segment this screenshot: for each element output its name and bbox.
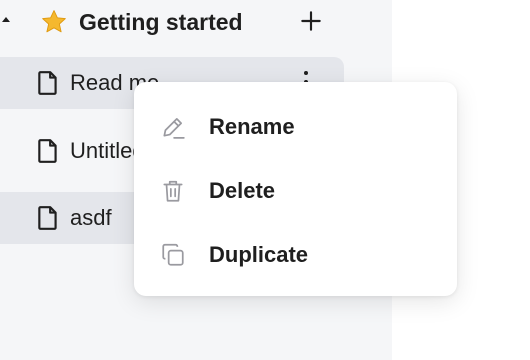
page-context-menu: Rename Delete Duplicate — [134, 82, 457, 296]
menu-item-rename[interactable]: Rename — [134, 99, 457, 155]
folder-title: Getting started — [79, 9, 243, 35]
document-icon — [38, 71, 57, 95]
document-icon — [38, 206, 57, 230]
sidebar-item-label: asdf — [70, 205, 112, 230]
menu-item-label: Duplicate — [209, 242, 309, 267]
duplicate-icon — [162, 243, 184, 266]
pencil-icon — [163, 118, 185, 139]
folder-getting-started[interactable]: Getting started — [0, 0, 392, 46]
menu-item-label: Delete — [209, 178, 276, 203]
trash-icon — [163, 180, 183, 202]
plus-icon[interactable] — [298, 8, 324, 34]
document-icon — [38, 139, 57, 163]
menu-item-delete[interactable]: Delete — [134, 163, 457, 219]
menu-item-label: Rename — [209, 114, 295, 139]
menu-item-duplicate[interactable]: Duplicate — [134, 227, 457, 283]
star-icon — [42, 10, 66, 33]
collapse-caret-icon[interactable] — [2, 17, 10, 22]
